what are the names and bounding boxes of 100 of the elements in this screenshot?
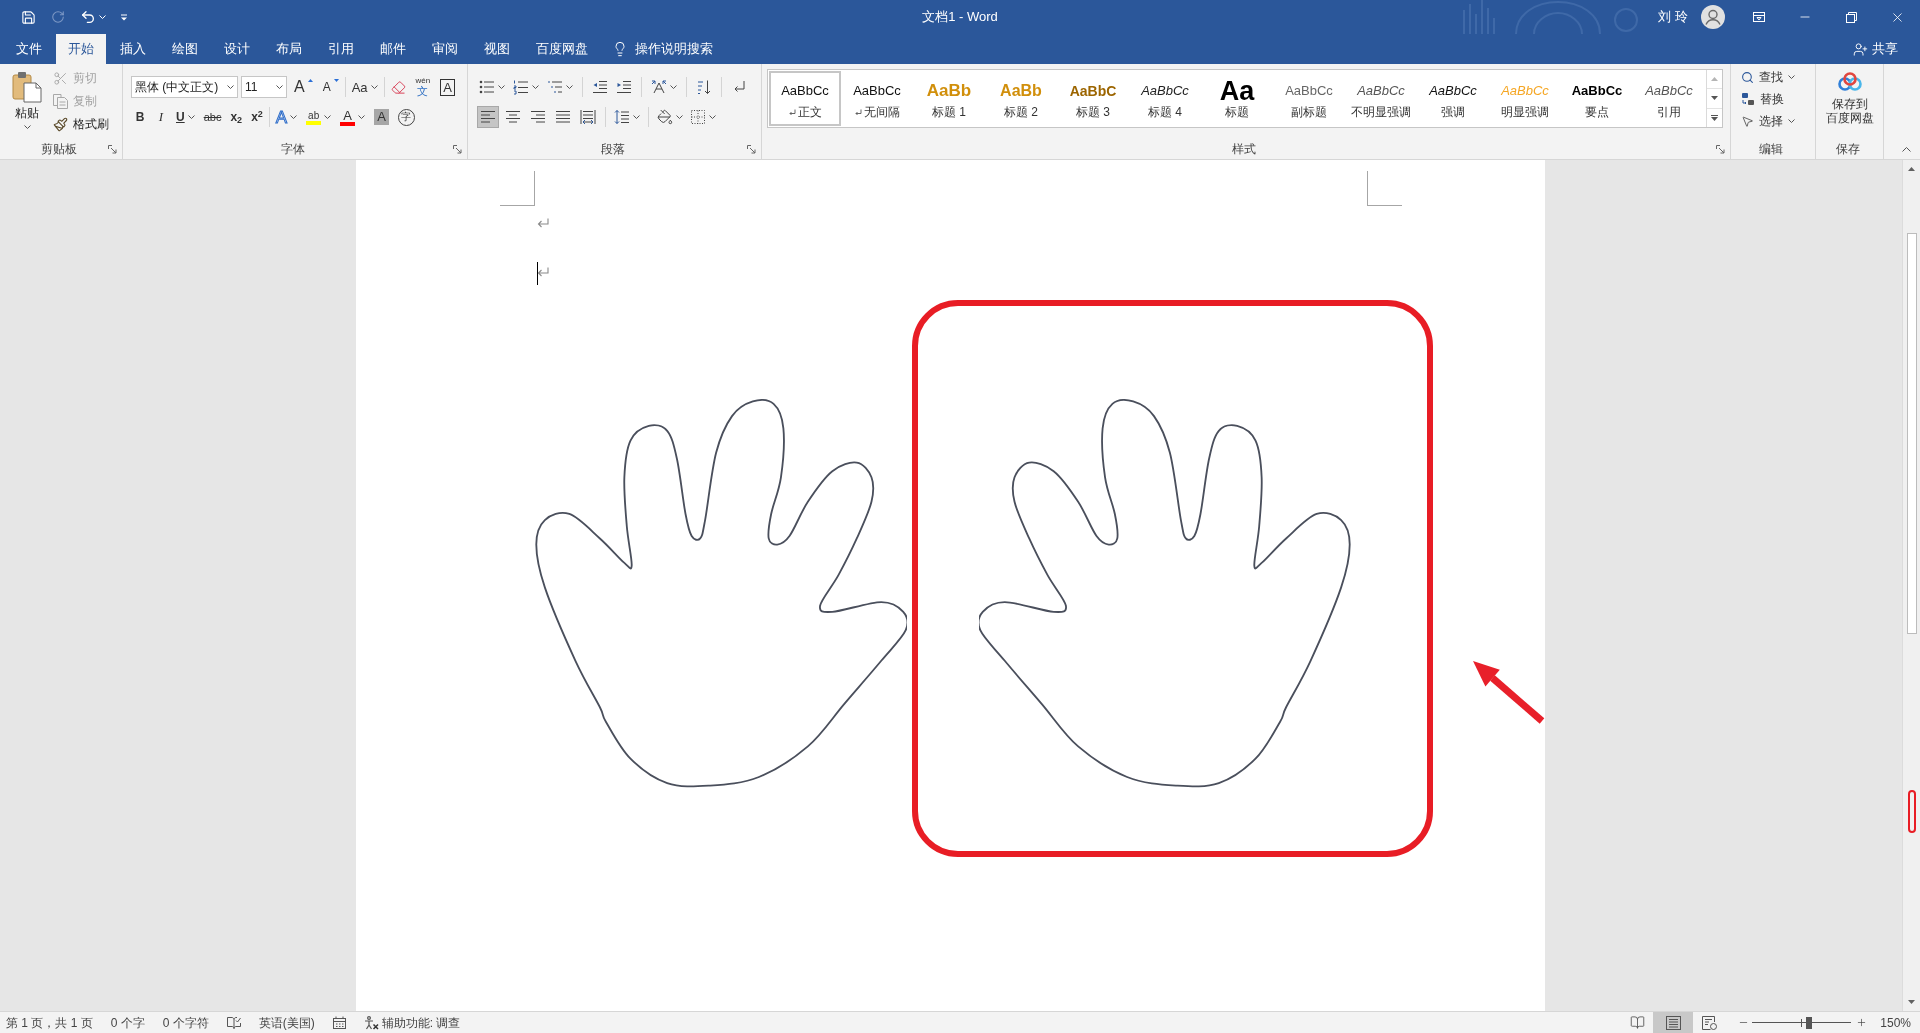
caret-icon: [498, 85, 505, 89]
cloud-rings-icon: [1836, 72, 1863, 92]
scrollbar-thumb[interactable]: [1906, 233, 1917, 634]
margin-corner-mark: [1367, 171, 1402, 206]
subscript-button[interactable]: x$_{2}$: [227, 106, 246, 128]
paste-button[interactable]: 粘贴: [8, 71, 46, 135]
caret-icon: [532, 85, 539, 89]
highlight-swatch-icon: [306, 120, 322, 125]
ribbon-tab[interactable]: 设计: [212, 34, 262, 64]
character-border-button[interactable]: A: [437, 76, 458, 98]
style-option[interactable]: AaBbCc 副标题: [1273, 71, 1345, 126]
dialog-launcher-button[interactable]: [745, 143, 757, 155]
page-count[interactable]: 第 1 页，共 1 页: [6, 1013, 93, 1032]
font-size-dropdown[interactable]: 11: [241, 76, 287, 98]
font-name-dropdown[interactable]: 黑体 (中文正文): [131, 76, 238, 98]
select-button[interactable]: 选择: [1741, 110, 1815, 132]
style-option[interactable]: AaBbCc 引用: [1633, 71, 1705, 126]
avatar-icon: [1701, 5, 1725, 29]
style-option[interactable]: AaBbCc 无间隔: [841, 71, 913, 126]
dialog-launcher-button[interactable]: [451, 143, 463, 155]
ribbon-tab[interactable]: 邮件: [368, 34, 418, 64]
style-option[interactable]: AaBbCc 不明显强调: [1345, 71, 1417, 126]
tell-me-search[interactable]: 操作说明搜索: [612, 34, 713, 64]
plus-icon: [1855, 1017, 1867, 1028]
style-option[interactable]: AaBbC 标题 3: [1057, 71, 1129, 126]
save-to-cloud-button[interactable]: 保存到 百度网盘: [1825, 72, 1874, 125]
style-option[interactable]: AaBbCc 要点: [1561, 71, 1633, 126]
find-button[interactable]: 查找: [1741, 66, 1815, 88]
zoom-level[interactable]: 150%: [1880, 1013, 1911, 1032]
style-option[interactable]: AaBbCc 标题 4: [1129, 71, 1201, 126]
style-option[interactable]: AaBb 标题 2: [985, 71, 1057, 126]
replace-button[interactable]: 替换: [1741, 88, 1815, 110]
change-case-button[interactable]: Aa: [348, 76, 381, 98]
replace-icon: [1741, 92, 1755, 106]
ribbon-tab[interactable]: 百度网盘: [524, 34, 600, 64]
lightbulb-icon: [612, 41, 628, 57]
word-count[interactable]: 0 个字: [110, 1013, 145, 1032]
alignment-button[interactable]: [477, 106, 499, 128]
scissors-icon: [53, 70, 68, 86]
caret-icon: [676, 115, 683, 119]
share-button[interactable]: 共享: [1853, 34, 1898, 64]
style-option[interactable]: AaBbCc 正文: [769, 71, 841, 126]
caret-icon: [566, 85, 573, 89]
zoom-slider-thumb[interactable]: [1805, 1016, 1812, 1029]
caret-icon: [670, 85, 677, 89]
numbering-icon: [513, 79, 529, 95]
caret-icon: [633, 115, 640, 119]
group-label: 段落: [600, 143, 625, 155]
strikethrough-button[interactable]: abc: [200, 106, 225, 128]
ribbon-tab[interactable]: 视图: [472, 34, 522, 64]
zoom-slider[interactable]: [1752, 1016, 1852, 1029]
bold-button[interactable]: B: [131, 106, 149, 128]
character-shading-button[interactable]: A: [371, 106, 392, 128]
font-color-swatch-icon: [340, 121, 356, 126]
align-justify-icon: [555, 109, 571, 125]
ribbon-tab[interactable]: 开始: [56, 34, 106, 64]
style-option[interactable]: AaBbCc 明显强调: [1489, 71, 1561, 126]
caret-icon: [276, 85, 283, 89]
phonetic-guide-button[interactable]: wén 文: [412, 76, 434, 98]
caret-icon: [324, 115, 332, 119]
superscript-button[interactable]: x$^{2}$: [248, 106, 266, 128]
underline-button[interactable]: U: [173, 106, 198, 128]
multilevel-list-icon: [547, 79, 563, 95]
launcher-icon: [1715, 144, 1725, 154]
ribbon-tab[interactable]: 引用: [316, 34, 366, 64]
style-option[interactable]: Aa 标题: [1201, 71, 1273, 126]
font-color-button[interactable]: A: [337, 106, 369, 128]
ribbon-display-icon: [1753, 12, 1765, 22]
launcher-icon: [107, 144, 117, 154]
highlight-button[interactable]: ab: [303, 106, 335, 128]
customize-icon: [120, 13, 128, 21]
margin-corner-mark: [500, 171, 535, 206]
text-cursor: [537, 262, 538, 285]
proofing-icon[interactable]: [226, 1016, 241, 1029]
decrease-indent-icon: [592, 79, 608, 95]
ribbon-tab[interactable]: 绘图: [160, 34, 210, 64]
ribbon-tab[interactable]: 插入: [108, 34, 158, 64]
print-layout-button[interactable]: [1653, 1012, 1694, 1033]
grow-font-button[interactable]: A: [291, 76, 316, 98]
style-option[interactable]: AaBb 标题 1: [913, 71, 985, 126]
ribbon-tab[interactable]: 审阅: [420, 34, 470, 64]
format-painter-button[interactable]: 格式刷: [53, 113, 109, 135]
shrink-font-button[interactable]: A: [319, 76, 342, 98]
accessibility-checker-button[interactable]: 辅助功能: 调查: [363, 1013, 461, 1032]
redo-icon: [51, 10, 65, 24]
style-option[interactable]: AaBbCc 强调: [1417, 71, 1489, 126]
dialog-launcher-button[interactable]: [106, 143, 118, 155]
dialog-launcher-button[interactable]: [1714, 143, 1726, 155]
scroll-up-icon: [1711, 77, 1718, 82]
ribbon-tab[interactable]: 文件: [4, 34, 54, 64]
language-indicator[interactable]: 英语(美国): [258, 1013, 315, 1032]
italic-button[interactable]: I: [152, 106, 170, 128]
ribbon-tab[interactable]: 布局: [264, 34, 314, 64]
character-count[interactable]: 0 个字符: [162, 1013, 209, 1032]
align-center-icon: [505, 109, 521, 125]
restore-icon: [1845, 11, 1857, 23]
macro-icon[interactable]: [332, 1016, 346, 1029]
increase-indent-icon: [616, 79, 632, 95]
group-label: 字体: [281, 143, 305, 155]
align-right-icon: [530, 109, 546, 125]
